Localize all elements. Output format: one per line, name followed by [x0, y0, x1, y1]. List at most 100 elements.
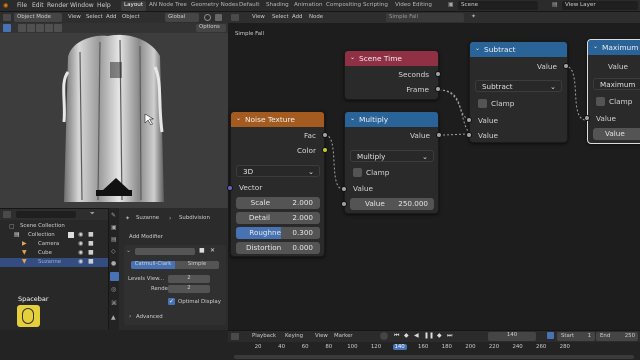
- search-input[interactable]: [16, 211, 76, 218]
- current-frame-field[interactable]: 140: [488, 332, 536, 341]
- field-detail[interactable]: Detail 2.000: [236, 212, 320, 224]
- data-icon[interactable]: ▲: [111, 314, 116, 321]
- list-item-selected[interactable]: ▼ Suzanne ◉ ■: [0, 258, 108, 267]
- menu-keying[interactable]: Keying: [285, 333, 303, 339]
- play-reverse-icon[interactable]: ◀: [414, 332, 419, 339]
- preview-range-icon[interactable]: [547, 332, 554, 339]
- collapse-chevron-icon[interactable]: ⌄: [350, 115, 355, 122]
- field-value[interactable]: Value 250.000: [350, 198, 434, 210]
- filter-icon[interactable]: ⏷: [90, 210, 95, 218]
- mode-selector[interactable]: Object Mode: [14, 13, 62, 22]
- constraint-icon[interactable]: ⌘: [111, 300, 117, 307]
- optimal-display-checkbox[interactable]: ✓: [168, 298, 175, 305]
- tab-an-node-tree[interactable]: AN Node Tree: [146, 1, 190, 11]
- collapse-chevron-icon[interactable]: ⌄: [475, 45, 480, 52]
- socket-frame[interactable]: [435, 86, 441, 92]
- clamp-checkbox[interactable]: [478, 99, 487, 108]
- field-value[interactable]: Value: [593, 128, 640, 140]
- eye-icon[interactable]: ◉: [78, 258, 83, 265]
- 3d-viewport[interactable]: [0, 12, 228, 208]
- catmull-clark-tab[interactable]: Catmull-Clark: [131, 261, 175, 269]
- editor-type-icon[interactable]: [231, 333, 239, 340]
- physics-icon[interactable]: ◎: [111, 286, 116, 293]
- proportional-icon[interactable]: [215, 14, 222, 21]
- prev-key-icon[interactable]: ◆: [404, 332, 409, 339]
- tab-animation[interactable]: Animation: [291, 1, 326, 11]
- camera-icon[interactable]: ■: [88, 249, 94, 256]
- mode-subtract-icon[interactable]: [36, 24, 44, 32]
- jump-start-icon[interactable]: ⏮: [394, 332, 399, 340]
- menu-file[interactable]: File: [17, 2, 27, 9]
- menu-node[interactable]: Node: [309, 14, 323, 20]
- timeline-ruler[interactable]: 20 40 60 80 100 120 140 160 180 200 220 240 260 280: [228, 343, 640, 353]
- tab-scripting[interactable]: Scripting: [360, 1, 391, 11]
- snap-icon[interactable]: [204, 14, 211, 21]
- world-icon[interactable]: ●: [111, 260, 116, 267]
- editor-type-icon[interactable]: [3, 14, 11, 21]
- next-key-icon[interactable]: ◆: [437, 332, 442, 339]
- eye-icon[interactable]: ◉: [78, 249, 83, 256]
- collapse-chevron-icon[interactable]: ⌄: [350, 54, 355, 61]
- socket-seconds[interactable]: [435, 71, 441, 77]
- transform-orientation[interactable]: Global: [165, 13, 199, 22]
- eye-icon[interactable]: ◉: [78, 240, 83, 247]
- list-item[interactable]: ▶ Camera ◉ ■: [0, 240, 108, 249]
- socket-color[interactable]: [322, 147, 328, 153]
- scene-selector[interactable]: Scene: [458, 1, 538, 10]
- collapse-chevron-icon[interactable]: ⌄: [126, 247, 131, 254]
- collapse-chevron-icon[interactable]: ⌄: [593, 43, 598, 50]
- menu-select[interactable]: Select: [272, 14, 289, 20]
- menu-add[interactable]: Add: [292, 14, 302, 20]
- camera-icon[interactable]: ■: [88, 258, 94, 265]
- timeline[interactable]: Playback Keying View Marker ⏮ ◆ ◀ ❚❚ ◆ ⏭…: [228, 330, 640, 360]
- operation-dropdown[interactable]: Maximum: [593, 78, 640, 90]
- modifier-name-field[interactable]: [135, 248, 195, 255]
- socket-maximum-in[interactable]: [584, 115, 590, 121]
- eye-icon[interactable]: ◉: [78, 231, 83, 238]
- editor-type-icon[interactable]: [3, 211, 11, 218]
- advanced-panel[interactable]: Advanced: [136, 314, 163, 320]
- tab-layout[interactable]: Layout: [121, 1, 147, 11]
- menu-view[interactable]: View: [68, 14, 81, 20]
- node-subtract[interactable]: ⌄ Subtract Value Subtract ⌄ Clamp Value Va…: [469, 41, 568, 143]
- record-icon[interactable]: [380, 332, 388, 340]
- mode-invert-icon[interactable]: [45, 24, 53, 32]
- mode-new-icon[interactable]: [18, 24, 26, 32]
- mode-intersect-icon[interactable]: [54, 24, 62, 32]
- menu-window[interactable]: Window: [70, 2, 94, 9]
- socket-multiply-out[interactable]: [436, 132, 442, 138]
- socket-subtract-out[interactable]: [563, 63, 569, 69]
- jump-end-icon[interactable]: ⏭: [447, 332, 452, 340]
- tab-shading[interactable]: Shading: [263, 1, 292, 11]
- field-scale[interactable]: Scale 2.000: [236, 197, 320, 209]
- blender-logo-icon[interactable]: ◉: [3, 2, 8, 9]
- camera-icon[interactable]: ■: [88, 231, 94, 238]
- socket-vector[interactable]: [227, 185, 233, 191]
- field-distortion[interactable]: Distortion 0.000: [236, 242, 320, 254]
- tab-video-editing[interactable]: Video Editing: [392, 1, 435, 11]
- menu-select[interactable]: Select: [86, 14, 103, 20]
- mode-extend-icon[interactable]: [27, 24, 35, 32]
- scene-icon[interactable]: ◇: [111, 248, 116, 255]
- render-levels-field[interactable]: 2: [168, 285, 210, 293]
- camera-icon[interactable]: ■: [88, 240, 94, 247]
- tab-compositing[interactable]: Compositing: [323, 1, 364, 11]
- close-icon[interactable]: ✕: [210, 247, 215, 254]
- dimension-dropdown[interactable]: 3D ⌄: [236, 165, 320, 177]
- node-noise-texture[interactable]: ⌄ Noise Texture Fac Color 3D ⌄ Vector Scal…: [230, 111, 325, 257]
- start-frame-field[interactable]: Start 1: [557, 332, 595, 341]
- node-scene-time[interactable]: ⌄ Scene Time Seconds Frame: [344, 50, 439, 100]
- menu-edit[interactable]: Edit: [32, 2, 44, 9]
- options-dropdown[interactable]: Options: [196, 24, 226, 32]
- end-frame-field[interactable]: End 250: [596, 332, 638, 341]
- view-layer-selector[interactable]: View Layer: [562, 1, 638, 10]
- socket-subtract-in-2[interactable]: [466, 132, 472, 138]
- menu-help[interactable]: Help: [97, 2, 111, 9]
- pause-icon[interactable]: ❚❚: [424, 332, 434, 339]
- socket-multiply-in[interactable]: [341, 186, 347, 192]
- checkbox-icon[interactable]: [68, 232, 74, 238]
- node-tree-selector[interactable]: Simple Fall: [386, 13, 464, 22]
- clamp-checkbox[interactable]: [596, 97, 605, 106]
- realtime-toggle-icon[interactable]: ■: [199, 247, 205, 254]
- timeline-scrollbar[interactable]: [234, 355, 634, 359]
